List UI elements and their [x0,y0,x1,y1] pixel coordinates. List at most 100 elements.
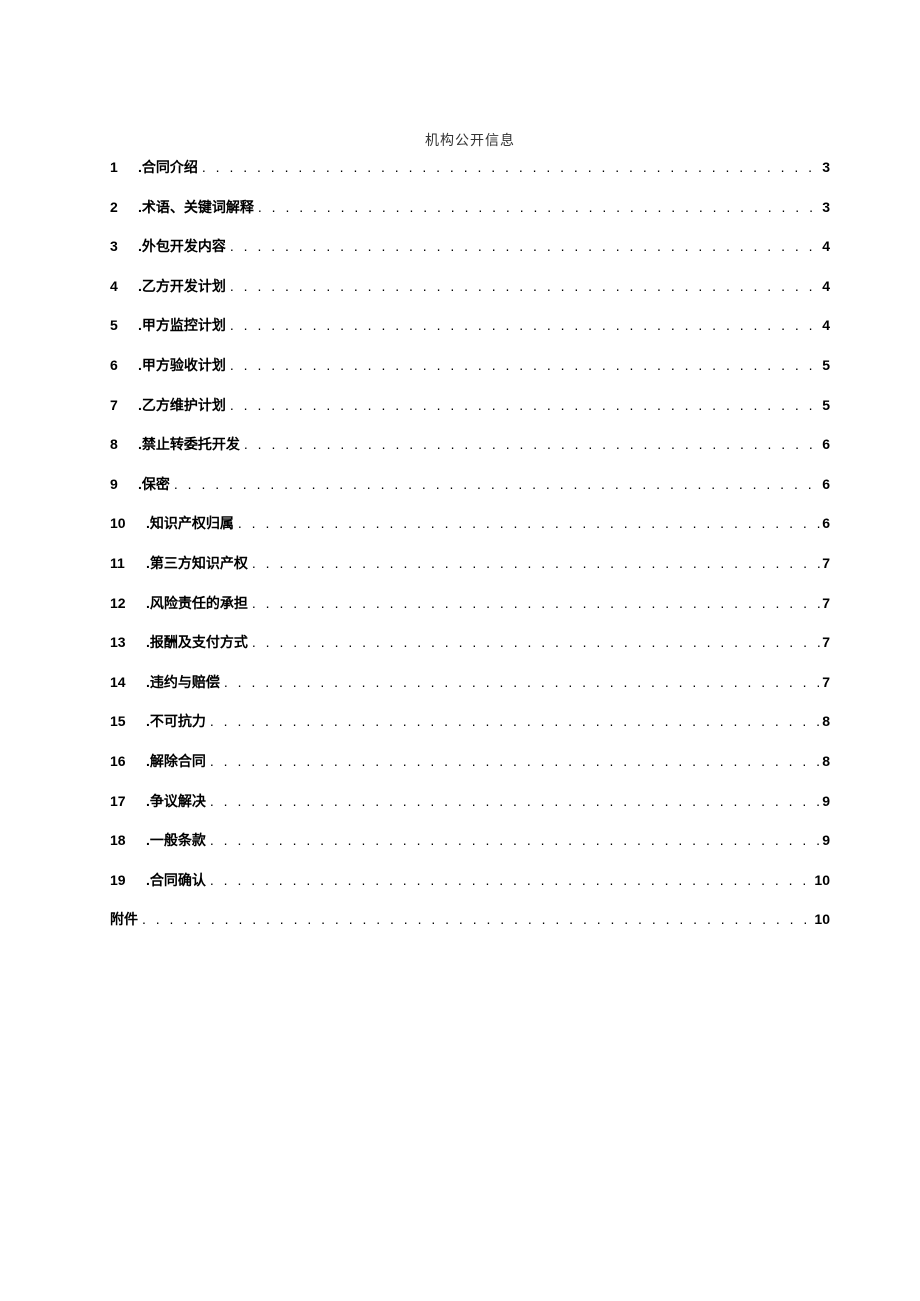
toc-entry-page: 3 [822,198,830,218]
toc-entry: 10.知识产权归属 6 [110,514,830,534]
toc-entry-page: 4 [822,316,830,336]
toc-entry-title: .术语、关键词解释 [138,198,254,218]
toc-entry-page: 8 [822,712,830,732]
toc-entry: 11.第三方知识产权 7 [110,554,830,574]
toc-entry-title: .甲方监控计划 [138,316,226,336]
toc-entry-number: 4 [110,277,138,297]
toc-leader-dots [206,712,822,732]
table-of-contents: 1.合同介绍32.术语、关键词解释33.外包开发内容44.乙方开发计划45.甲方… [110,158,830,930]
toc-entry-number: 2 [110,198,138,218]
toc-entry: 18.一般条款 9 [110,831,830,851]
toc-entry: 9.保密 6 [110,475,830,495]
toc-entry: 5.甲方监控计划 4 [110,316,830,336]
toc-entry-title: .报酬及支付方式 [146,633,248,653]
toc-leader-dots [198,158,822,178]
toc-entry-number: 9 [110,475,138,495]
toc-entry-title: .合同确认 [146,871,206,891]
toc-leader-dots [226,356,822,376]
toc-entry-page: 10 [814,871,830,891]
toc-entry-page: 3 [822,158,830,178]
toc-entry-title: .乙方维护计划 [138,396,226,416]
toc-entry-page: 7 [822,633,830,653]
toc-entry-title: .知识产权归属 [146,514,234,534]
toc-entry: 7.乙方维护计划 5 [110,396,830,416]
toc-entry-number: 10 [110,514,146,534]
toc-leader-dots [240,435,822,455]
toc-entry-title: .甲方验收计划 [138,356,226,376]
toc-entry: 1.合同介绍 3 [110,158,830,178]
toc-entry: 12.风险责任的承担 7 [110,594,830,614]
toc-entry-appendix: 附件 10 [110,910,830,930]
toc-entry-page: 6 [822,514,830,534]
toc-entry-title: .禁止转委托开发 [138,435,240,455]
toc-entry-title: .合同介绍 [138,158,198,178]
toc-entry: 6.甲方验收计划 5 [110,356,830,376]
toc-entry-number: 15 [110,712,146,732]
toc-entry-number: 6 [110,356,138,376]
toc-entry: 8.禁止转委托开发 6 [110,435,830,455]
toc-entry: 2.术语、关键词解释 3 [110,198,830,218]
toc-entry-page: 4 [822,277,830,297]
toc-entry: 3.外包开发内容 4 [110,237,830,257]
toc-leader-dots [206,752,822,772]
toc-entry: 16.解除合同 8 [110,752,830,772]
toc-leader-dots [248,594,822,614]
document-page: 机构公开信息 1.合同介绍32.术语、关键词解释33.外包开发内容44.乙方开发… [0,0,920,930]
toc-entry-number: 13 [110,633,146,653]
toc-leader-dots [206,792,822,812]
toc-entry-page: 10 [814,910,830,930]
toc-entry-title: .外包开发内容 [138,237,226,257]
toc-entry: 15.不可抗力8 [110,712,830,732]
toc-entry: 14.违约与赔偿 7 [110,673,830,693]
toc-entry-page: 7 [822,673,830,693]
toc-leader-dots [254,198,822,218]
toc-leader-dots [206,831,822,851]
toc-entry-number: 5 [110,316,138,336]
toc-entry-page: 4 [822,237,830,257]
toc-entry-page: 7 [822,554,830,574]
toc-entry: 13.报酬及支付方式 7 [110,633,830,653]
toc-entry-page: 5 [822,396,830,416]
toc-leader-dots [248,633,822,653]
toc-entry-page: 9 [822,831,830,851]
toc-leader-dots [138,910,814,930]
toc-entry: 17.争议解决 9 [110,792,830,812]
toc-leader-dots [226,316,822,336]
toc-entry: 19.合同确认10 [110,871,830,891]
toc-entry: 4.乙方开发计划4 [110,277,830,297]
toc-entry-title: .保密 [138,475,170,495]
toc-entry-page: 5 [822,356,830,376]
toc-entry-title: 附件 [110,910,138,930]
toc-entry-title: .风险责任的承担 [146,594,248,614]
toc-entry-page: 8 [822,752,830,772]
toc-entry-number: 16 [110,752,146,772]
toc-entry-number: 7 [110,396,138,416]
toc-entry-number: 1 [110,158,138,178]
toc-leader-dots [248,554,822,574]
toc-entry-number: 11 [110,554,146,574]
toc-entry-title: .解除合同 [146,752,206,772]
toc-entry-title: .争议解决 [146,792,206,812]
toc-entry-page: 9 [822,792,830,812]
toc-leader-dots [234,514,822,534]
toc-leader-dots [220,673,822,693]
toc-entry-number: 14 [110,673,146,693]
toc-entry-number: 18 [110,831,146,851]
toc-leader-dots [226,237,822,257]
toc-entry-title: .第三方知识产权 [146,554,248,574]
toc-entry-title: .乙方开发计划 [138,277,226,297]
toc-leader-dots [226,277,822,297]
toc-entry-title: .一般条款 [146,831,206,851]
toc-leader-dots [226,396,822,416]
toc-entry-number: 3 [110,237,138,257]
toc-entry-number: 8 [110,435,138,455]
toc-entry-page: 7 [822,594,830,614]
toc-entry-page: 6 [822,475,830,495]
toc-leader-dots [206,871,815,891]
toc-entry-page: 6 [822,435,830,455]
toc-leader-dots [170,475,822,495]
page-header-title: 机构公开信息 [110,130,830,150]
toc-entry-title: .违约与赔偿 [146,673,220,693]
toc-entry-number: 12 [110,594,146,614]
toc-entry-number: 17 [110,792,146,812]
